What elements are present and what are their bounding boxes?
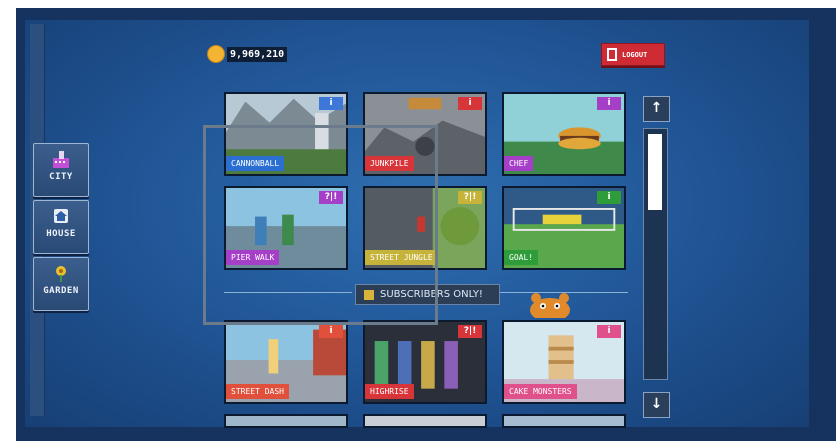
nav-city-label: CITY xyxy=(49,172,73,182)
game-card-goal[interactable]: GOAL! i xyxy=(502,186,626,270)
game-title: HIGHRISE xyxy=(365,384,414,399)
subscriber-badge[interactable]: ?|! xyxy=(458,191,482,204)
game-title: STREET DASH xyxy=(226,384,289,399)
info-button[interactable]: i xyxy=(458,97,482,110)
city-icon xyxy=(53,151,69,168)
game-card-street-dash[interactable]: STREET DASH i xyxy=(224,320,348,404)
door-icon xyxy=(607,48,617,61)
nav-city-button[interactable]: CITY xyxy=(33,143,89,197)
info-button[interactable]: i xyxy=(597,191,621,204)
game-card-next-1[interactable] xyxy=(224,414,348,428)
house-icon xyxy=(54,209,68,223)
info-button[interactable]: i xyxy=(597,97,621,110)
scroll-up-button[interactable]: ↑ xyxy=(643,96,670,122)
scroll-track[interactable] xyxy=(643,128,668,380)
info-button[interactable]: i xyxy=(597,325,621,338)
game-card-highrise[interactable]: HIGHRISE ?|! xyxy=(363,320,487,404)
game-card-next-2[interactable] xyxy=(363,414,487,428)
nav-garden-label: GARDEN xyxy=(43,286,79,296)
mascot-icon xyxy=(530,293,570,318)
nav-house-button[interactable]: HOUSE xyxy=(33,200,89,254)
selection-box xyxy=(203,125,438,325)
logout-button[interactable]: LOGOUT xyxy=(601,43,665,66)
flower-icon xyxy=(56,266,66,282)
game-title: CHEF xyxy=(504,156,534,171)
game-card-chef[interactable]: CHEF i xyxy=(502,92,626,176)
coin-icon xyxy=(207,45,225,63)
game-card-cake-monsters[interactable]: CAKE MONSTERS i xyxy=(502,320,626,404)
coin-amount: 9,969,210 xyxy=(227,46,288,62)
game-card-next-3[interactable] xyxy=(502,414,626,428)
game-title: GOAL! xyxy=(504,250,539,265)
coin-balance: 9,969,210 xyxy=(207,44,288,64)
subscriber-badge[interactable]: ?|! xyxy=(458,325,482,338)
scroll-down-button[interactable]: ↓ xyxy=(643,392,670,418)
info-button[interactable]: i xyxy=(319,325,343,338)
nav-garden-button[interactable]: GARDEN xyxy=(33,257,89,311)
logout-label: LOGOUT xyxy=(622,50,648,59)
nav-house-label: HOUSE xyxy=(46,229,76,239)
game-title: CAKE MONSTERS xyxy=(504,384,577,399)
info-button[interactable]: i xyxy=(319,97,343,110)
scroll-thumb[interactable] xyxy=(648,134,662,210)
